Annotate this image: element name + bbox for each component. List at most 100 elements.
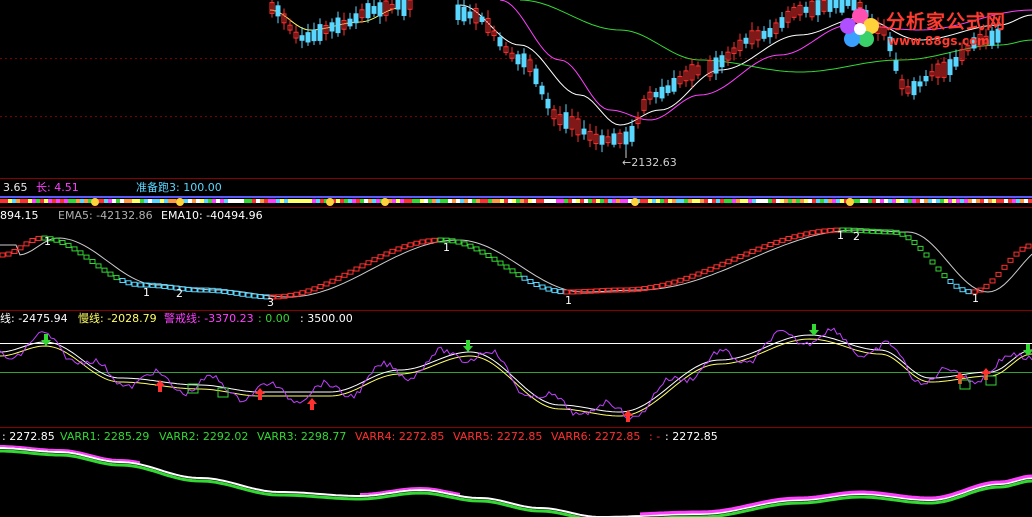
ema-step (533, 281, 540, 287)
signal-cell (616, 199, 620, 203)
ema-step (335, 275, 342, 281)
signal-cell (4, 199, 8, 203)
signal-cell (136, 199, 140, 203)
ema-step (245, 292, 252, 298)
ema-step (707, 266, 714, 272)
ema-step (29, 237, 36, 243)
ema-step (461, 241, 468, 247)
signal-cell (340, 199, 344, 203)
candle-body (347, 18, 353, 27)
panel4-header: 线: -2475.94 慢线: -2028.79 警戒线: -3370.23 :… (0, 311, 353, 325)
signal-cell (208, 199, 212, 203)
signal-cell (1012, 199, 1016, 203)
ema-step (155, 283, 162, 289)
signal-cell (568, 199, 572, 203)
signal-cell (460, 199, 464, 203)
signal-cell (256, 199, 260, 203)
ema-step (773, 239, 780, 245)
signal-cell (440, 199, 444, 203)
ema-step (71, 246, 78, 252)
panel4-level: : 3500.00 (300, 312, 353, 325)
signal-cell (764, 199, 768, 203)
ema-step (935, 266, 942, 272)
ema-step (365, 260, 372, 266)
ema-step (329, 278, 336, 284)
signal-cell (372, 199, 376, 203)
signal-cell (872, 199, 876, 203)
ema-step (17, 245, 24, 251)
signal-cell (604, 199, 608, 203)
sell-arrow-icon (809, 324, 819, 336)
signal-cell (780, 199, 784, 203)
signal-cell (556, 199, 560, 203)
signal-cell (156, 199, 160, 203)
signal-cell (980, 199, 984, 203)
candle-body (653, 91, 659, 98)
ema-step (353, 266, 360, 272)
signal-cell (8, 199, 12, 203)
ema-step (1007, 257, 1014, 263)
signal-cell (344, 199, 348, 203)
signal-cell (596, 199, 600, 203)
signal-cell (108, 199, 112, 203)
fast-line (0, 334, 1032, 413)
ema-step (11, 248, 18, 254)
signal-cell (56, 199, 60, 203)
signal-cell (648, 199, 652, 203)
signal-cell (224, 199, 228, 203)
signal-cell (288, 199, 292, 203)
candle-body (317, 24, 323, 41)
candle-body (659, 86, 665, 99)
signal-cell (220, 199, 224, 203)
signal-cell (920, 199, 924, 203)
warning-glyph (217, 387, 229, 398)
signal-cell (896, 199, 900, 203)
ema-step (737, 254, 744, 260)
signal-cell (904, 199, 908, 203)
candle-body (479, 16, 485, 23)
signal-cell (268, 199, 272, 203)
candle-body (371, 6, 377, 14)
signal-cell (656, 199, 660, 203)
ema-step (593, 288, 600, 294)
ema-step (899, 231, 906, 237)
signal-cell (360, 199, 364, 203)
signal-dot (91, 198, 99, 206)
candle-body (779, 17, 785, 28)
signal-cell (112, 199, 116, 203)
ema-step (449, 238, 456, 244)
signal-cell (264, 199, 268, 203)
signal-cell (1016, 199, 1020, 203)
ema-step (893, 229, 900, 235)
signal-cell (184, 199, 188, 203)
signal-cell (16, 199, 20, 203)
signal-cell (612, 199, 616, 203)
ema-step (905, 235, 912, 241)
candle-body (665, 85, 671, 94)
signal-cell (192, 199, 196, 203)
signal-cell (592, 199, 596, 203)
signal-cell (216, 199, 220, 203)
signal-cell (400, 199, 404, 203)
ema-signal-number: 1 (443, 241, 450, 254)
signal-cell (504, 199, 508, 203)
ema-step (383, 251, 390, 257)
ema-step (341, 272, 348, 278)
panel4-slow: 慢线: -2028.79 (78, 311, 157, 325)
signal-cell (940, 199, 944, 203)
signal-cell (64, 199, 68, 203)
ema-step (881, 229, 888, 235)
candle-body (917, 81, 923, 87)
signal-cell (368, 199, 372, 203)
signal-cell (432, 199, 436, 203)
candle-body (521, 53, 527, 68)
ema-step (929, 259, 936, 265)
signal-cell (860, 199, 864, 203)
ema-step (419, 239, 426, 245)
signal-cell (84, 199, 88, 203)
ema-step (1013, 251, 1020, 257)
signal-cell (916, 199, 920, 203)
ema-step (1025, 243, 1032, 249)
signal-cell (168, 199, 172, 203)
candle-body (671, 77, 677, 92)
